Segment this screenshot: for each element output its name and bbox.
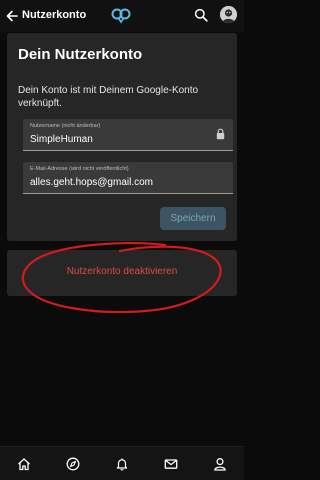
username-field: Nutzername (nicht änderbar) SimpleHuman (23, 119, 233, 151)
bottom-nav (0, 446, 244, 480)
app-logo-icon[interactable] (111, 6, 131, 24)
compass-icon[interactable] (66, 457, 80, 471)
username-value: SimpleHuman (30, 134, 93, 145)
lock-icon (216, 128, 225, 140)
email-field[interactable]: E-Mail-Adresse (wird nicht veröffentlich… (23, 162, 233, 194)
search-icon[interactable] (194, 8, 208, 22)
top-bar: Nutzerkonto (0, 0, 244, 32)
arrow-left-icon[interactable] (4, 8, 20, 24)
deactivate-account-link[interactable]: Nutzerkonto deaktivieren (7, 266, 237, 277)
username-label: Nutzername (nicht änderbar) (30, 123, 101, 129)
email-input[interactable]: alles.geht.hops@gmail.com (30, 177, 153, 188)
account-title: Dein Nutzerkonto (18, 46, 143, 63)
account-description: Dein Konto ist mit Deinem Google-Konto v… (18, 85, 199, 109)
avatar[interactable] (220, 6, 237, 23)
avatar-image (220, 6, 237, 23)
mail-icon[interactable] (164, 457, 178, 471)
home-icon[interactable] (17, 457, 31, 471)
email-label: E-Mail-Adresse (wird nicht veröffentlich… (30, 166, 129, 172)
bell-icon[interactable] (115, 457, 129, 471)
page: Nutzerkonto Dein Nutzerkonto Dein Konto … (0, 0, 244, 480)
deactivate-card: Nutzerkonto deaktivieren (7, 250, 237, 296)
page-title: Nutzerkonto (22, 9, 87, 21)
save-button[interactable]: Speichern (160, 207, 226, 230)
user-icon[interactable] (213, 457, 227, 471)
